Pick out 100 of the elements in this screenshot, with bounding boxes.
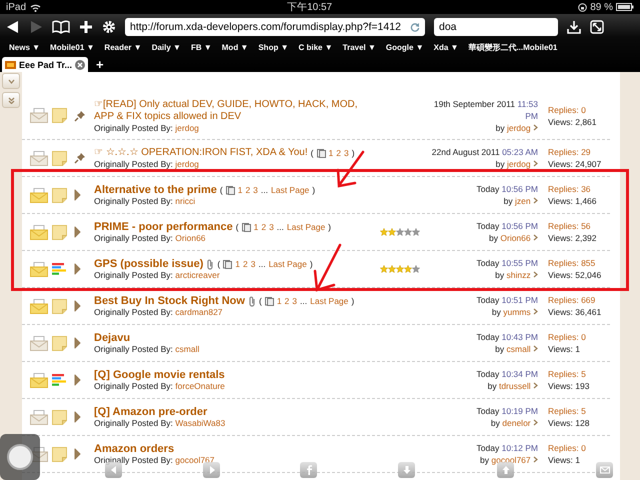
bookmark-item[interactable]: Xda ▼ [428,43,464,52]
views-count: Views: 128 [548,418,590,428]
thread-title[interactable]: Dejavu [94,332,130,344]
page-link[interactable]: 1 [235,258,240,270]
thread-title[interactable]: [Q] Google movie rentals [94,369,225,381]
page-link[interactable]: Last Page [310,295,348,307]
thread-starter-link[interactable]: arcticreaver [175,270,220,280]
go-to-last-post-icon[interactable] [533,124,538,130]
last-poster-link[interactable]: tdrussell [498,381,531,391]
posted-by-label: Originally Posted By: [94,196,173,206]
thread-title[interactable]: [Q] Amazon pre-order [94,406,208,418]
by-label: by [492,307,501,317]
bookmark-item[interactable]: Mobile01 ▼ [45,43,100,52]
thread-starter-link[interactable]: csmall [175,344,200,354]
facebook-button[interactable] [300,462,317,478]
thread-starter-link[interactable]: gocool767 [175,455,215,465]
download-icon[interactable] [567,20,581,34]
multipage-icon [316,148,326,158]
last-poster-link[interactable]: denelor [502,418,531,428]
thread-title[interactable]: GPS (possible issue) [94,258,204,270]
bookmark-item[interactable]: Google ▼ [380,43,429,52]
thread-starter-link[interactable]: jerdog [175,159,199,169]
bookmark-item[interactable]: Shop ▼ [253,43,294,52]
views-count: Views: 2,861 [548,116,597,126]
page-link[interactable]: 3 [292,295,298,307]
close-icon[interactable] [75,60,86,70]
page-link[interactable]: 2 [284,295,290,307]
url-field[interactable]: http://forum.xda-developers.com/forumdisplay.php?f=1412 [125,18,425,36]
fullscreen-icon[interactable] [590,20,604,34]
book-icon[interactable] [52,20,70,34]
reload-icon[interactable] [410,22,420,32]
thread-title[interactable]: Amazon orders [94,443,174,455]
scroll-down-button[interactable] [2,73,20,89]
chevron-right-icon [74,300,82,312]
bookmark-item[interactable]: News ▼ [4,43,46,52]
page-link[interactable]: 1 [276,295,282,307]
bookmark-item[interactable]: C bike ▼ [293,43,338,52]
bookmark-item[interactable]: Daily ▼ [146,43,186,52]
bookmark-item[interactable]: FB ▼ [186,43,217,52]
thread-title[interactable]: ☞[READ] Only actual DEV, GUIDE, HOWTO, HACK, MOD, APP & FIX topics allowed in DEV [94,98,376,122]
last-poster-link[interactable]: csmall [506,344,531,354]
thread-title[interactable]: ☞ ☆.☆.☆ OPERATION:IRON FIST, XDA & You! [94,147,308,159]
page-link[interactable]: 3 [269,221,274,233]
plus-icon[interactable] [79,20,93,34]
scroll-bottom-button[interactable] [2,92,20,108]
go-to-last-post-icon[interactable] [533,382,538,389]
thread-title[interactable]: Alternative to the prime [94,184,217,196]
thread-starter-link[interactable]: forceOnature [175,381,225,391]
page-link[interactable]: Last Page [268,258,307,270]
go-to-last-post-icon[interactable] [533,197,538,204]
settings-icon[interactable] [102,20,116,34]
page-link[interactable]: 2 [245,184,250,196]
page-link[interactable]: Last Page [286,221,326,233]
page-link[interactable]: Last Page [271,184,310,196]
last-poster-link[interactable]: gocool767 [491,455,531,465]
bookmark-item[interactable]: Reader ▼ [99,43,147,52]
page-link[interactable]: 2 [336,147,341,159]
page-link[interactable]: 3 [250,258,256,270]
new-tab-button[interactable]: + [96,58,104,72]
download-button[interactable] [398,462,415,478]
bookmark-item[interactable]: Mod ▼ [216,43,254,52]
thread-title[interactable]: Best Buy In Stock Right Now [94,295,245,307]
bookmark-item[interactable]: Travel ▼ [338,43,381,52]
last-poster-link[interactable]: jzen [515,196,531,206]
thread-starter-link[interactable]: Orion66 [175,233,206,243]
page-text: ... [258,258,266,270]
page-link[interactable]: 1 [328,147,334,159]
bookmark-item[interactable]: 華碩變形二代...Mobile01 [463,42,562,53]
last-poster-link[interactable]: jerdog [506,122,531,132]
go-to-last-post-icon[interactable] [533,271,538,278]
go-to-last-post-icon[interactable] [533,345,538,352]
thread-title[interactable]: PRIME - poor performance [94,221,233,233]
page-link[interactable]: 3 [253,184,258,196]
thread-starter-link[interactable]: cardman827 [175,307,223,317]
search-field[interactable]: doa [434,18,558,36]
post-time: 10:34 PM [502,369,538,379]
thread-starter-link[interactable]: WasabiWa83 [175,418,226,428]
last-poster-link[interactable]: Orion66 [500,233,531,243]
url-text: http://forum.xda-developers.com/forumdisplay.php?f=1412 [130,21,402,33]
page-link[interactable]: 2 [261,221,266,233]
go-to-last-post-icon[interactable] [533,456,538,463]
go-to-last-post-icon[interactable] [533,308,538,315]
tab-title: Eee Pad Tr... [19,60,72,70]
page-link[interactable]: 3 [344,147,349,159]
last-poster-link[interactable]: jerdog [506,159,531,169]
last-poster-link[interactable]: yumms [503,307,531,317]
back-arrow-icon[interactable] [6,20,20,34]
page-link[interactable]: 2 [243,258,248,270]
page-text: ... [276,221,284,233]
browser-tab[interactable]: Eee Pad Tr... [2,57,88,72]
go-to-last-post-icon[interactable] [533,160,538,167]
go-to-last-post-icon[interactable] [533,419,538,426]
go-to-last-post-icon[interactable] [533,234,538,241]
page-link[interactable]: 1 [238,184,242,196]
thread-starter-link[interactable]: jerdog [175,122,199,132]
last-poster-link[interactable]: shinzz [506,270,531,280]
assistive-touch-button[interactable] [0,434,40,480]
thread-starter-link[interactable]: nricci [175,196,196,206]
page-link[interactable]: 1 [254,221,258,233]
mail-button[interactable] [596,462,613,478]
